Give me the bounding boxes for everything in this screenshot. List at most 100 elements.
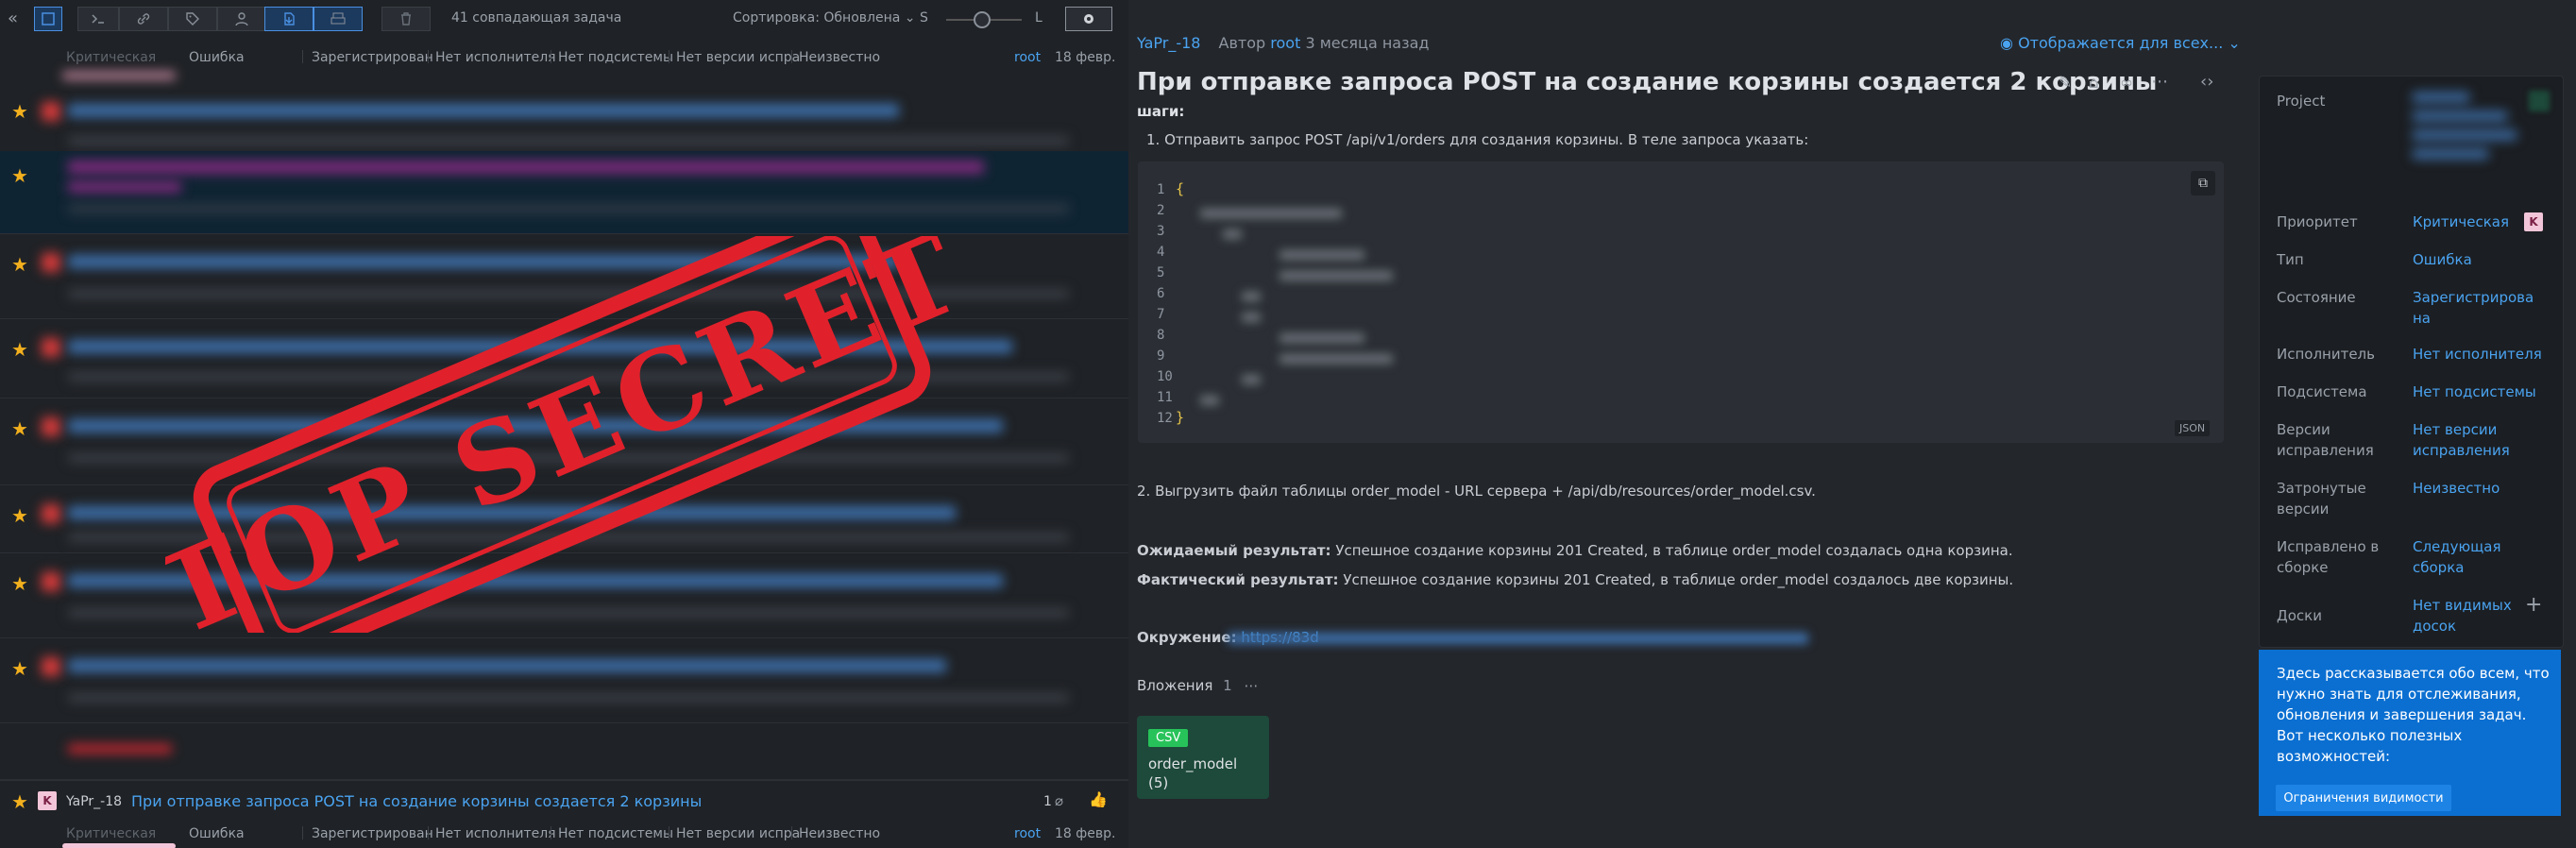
list-item-current[interactable]: ★ K YaPr_-18 При отправке запроса POST н… <box>0 780 1128 848</box>
meta-subsystem[interactable]: Нет подсистемы <box>558 826 673 841</box>
redacted-avatar <box>42 572 60 591</box>
user-icon[interactable] <box>217 7 266 31</box>
star-icon[interactable]: ★ <box>11 338 28 361</box>
field-value-fix-versions[interactable]: Нет версии исправления <box>2413 419 2526 461</box>
star-icon[interactable]: ★ <box>11 657 28 680</box>
issue-id[interactable]: YaPr_-18 <box>66 794 122 809</box>
meta-subsystem[interactable]: Нет подсистемы <box>558 50 673 65</box>
redacted-tag <box>62 72 176 79</box>
meta-type[interactable]: Ошибка <box>189 50 245 65</box>
field-label-type: Тип <box>2277 251 2304 268</box>
star-icon[interactable]: ★ <box>11 572 28 595</box>
field-value-fixed-in-build[interactable]: Следующая сборка <box>2413 536 2517 578</box>
code-block[interactable]: ⧉ 1 2 3 4 5 6 7 8 9 10 11 12 { } JSON <box>1138 161 2224 443</box>
more-icon[interactable]: ⋯ <box>2151 72 2168 92</box>
delete-icon[interactable] <box>381 7 431 31</box>
steps-heading: шаги: <box>1137 103 1185 120</box>
link-icon[interactable] <box>119 7 168 31</box>
star-icon[interactable]: ★ <box>11 417 28 440</box>
redacted-code <box>1280 354 1393 364</box>
issue-title[interactable]: При отправке запроса POST на создание ко… <box>1137 68 2157 96</box>
field-label-state: Состояние <box>2277 289 2356 306</box>
sort-label: Сортировка: Обновлена <box>733 10 901 25</box>
meta-affected[interactable]: Неизвестно <box>799 826 880 841</box>
meta-author[interactable]: root <box>1014 826 1041 841</box>
author-link[interactable]: root <box>1270 34 1300 52</box>
tag-strip <box>62 843 176 848</box>
meta-affected[interactable]: Неизвестно <box>799 50 880 65</box>
divider <box>791 50 792 63</box>
issue-id-link[interactable]: YaPr_-18 <box>1137 34 1200 52</box>
redacted-meta <box>68 204 1069 213</box>
attachment-count: 1 <box>1043 794 1052 809</box>
thumbs-up-icon[interactable]: 👍 <box>1089 790 1108 808</box>
field-value-subsystem[interactable]: Нет подсистемы <box>2413 382 2564 402</box>
attachment-name: order_model <box>1148 755 1238 772</box>
field-label-fix-versions: Версии исправления <box>2277 421 2374 459</box>
attachment-card[interactable]: CSV order_model (5) <box>1137 716 1269 799</box>
star-icon[interactable]: ★ <box>11 504 28 527</box>
meta-assignee[interactable]: Нет исполнителя <box>435 50 556 65</box>
help-text: Здесь рассказывается обо всем, что нужно… <box>2277 665 2550 765</box>
visibility-restrictions-button[interactable]: Ограничения видимости <box>2276 785 2451 811</box>
copy-icon[interactable]: ⧉ <box>2191 171 2215 195</box>
step-2: 2. Выгрузить файл таблицы order_model - … <box>1137 483 1816 500</box>
meta-author[interactable]: root <box>1014 50 1041 65</box>
edit-icon[interactable]: ✎ <box>2059 74 2072 93</box>
print-icon[interactable] <box>314 7 363 31</box>
code-toggle-icon[interactable]: ‹› <box>2200 72 2213 92</box>
redacted-avatar <box>42 102 60 121</box>
redacted-code <box>1280 333 1364 343</box>
field-value-state[interactable]: Зарегистрирова на <box>2413 287 2535 329</box>
redacted-avatar <box>42 253 60 272</box>
export-icon[interactable] <box>264 7 314 31</box>
redacted-code <box>1280 250 1364 260</box>
star-icon[interactable]: ★ <box>11 164 28 187</box>
meta-assignee[interactable]: Нет исполнителя <box>435 826 556 841</box>
visibility-dropdown[interactable]: ◉ Отображается для всех... ⌄ <box>2000 34 2241 52</box>
more-icon[interactable]: ⋯ <box>1245 677 1259 694</box>
star-icon[interactable]: ★ <box>11 100 28 123</box>
field-label-boards: Доски <box>2277 607 2322 624</box>
issue-title-link[interactable]: При отправке запроса POST на создание ко… <box>131 792 702 810</box>
collapse-icon[interactable]: « <box>8 8 18 28</box>
field-value-affected-versions[interactable]: Неизвестно <box>2413 478 2545 499</box>
field-value-assignee[interactable]: Нет исполнителя <box>2413 344 2564 365</box>
meta-state[interactable]: Зарегистрирован <box>312 826 433 841</box>
line-number: 1 <box>1157 182 1165 197</box>
field-label-subsystem: Подсистема <box>2277 383 2367 400</box>
field-value-boards[interactable]: Нет видимых досок <box>2413 595 2517 636</box>
list-item[interactable]: ★ <box>0 151 1128 234</box>
top-secret-stamp: TOP SECRET <box>165 236 958 633</box>
select-all-checkbox[interactable] <box>34 7 62 31</box>
redacted-avatar <box>42 338 60 357</box>
code-brace-close: } <box>1176 409 1185 426</box>
meta-state[interactable]: Зарегистрирован <box>312 50 433 65</box>
redacted-code <box>1200 209 1342 218</box>
time-ago: 3 месяца назад <box>1305 34 1430 52</box>
divider <box>791 826 792 840</box>
settings-button[interactable] <box>1065 7 1112 31</box>
slider-handle[interactable] <box>974 11 991 28</box>
command-icon[interactable] <box>77 7 119 31</box>
expected-label: Ожидаемый результат: <box>1137 542 1331 559</box>
eye-icon: ◉ <box>2000 34 2013 52</box>
meta-type[interactable]: Ошибка <box>189 826 245 841</box>
redacted-title <box>68 104 899 117</box>
star-icon[interactable]: ★ <box>11 253 28 276</box>
tag-icon[interactable] <box>168 7 217 31</box>
list-item[interactable]: ★ <box>0 638 1128 723</box>
add-board-icon[interactable]: + <box>2525 593 2542 617</box>
field-value-type[interactable]: Ошибка <box>2413 249 2545 270</box>
tag-icon[interactable]: ⌂ <box>2089 74 2099 93</box>
link-icon[interactable]: ∞ <box>2120 74 2133 93</box>
list-item[interactable] <box>0 723 1128 780</box>
priority-badge: K <box>2524 212 2543 231</box>
meta-fix-version[interactable]: Нет версии испра <box>676 826 800 841</box>
meta-fix-version[interactable]: Нет версии испра <box>676 50 800 65</box>
sort-dropdown[interactable]: Сортировка: Обновлена ⌄ <box>733 10 916 25</box>
star-icon[interactable]: ★ <box>11 790 28 813</box>
line-number: 8 <box>1157 328 1165 343</box>
env-label: Окружение: <box>1137 629 1237 646</box>
redacted-avatar <box>42 417 60 436</box>
